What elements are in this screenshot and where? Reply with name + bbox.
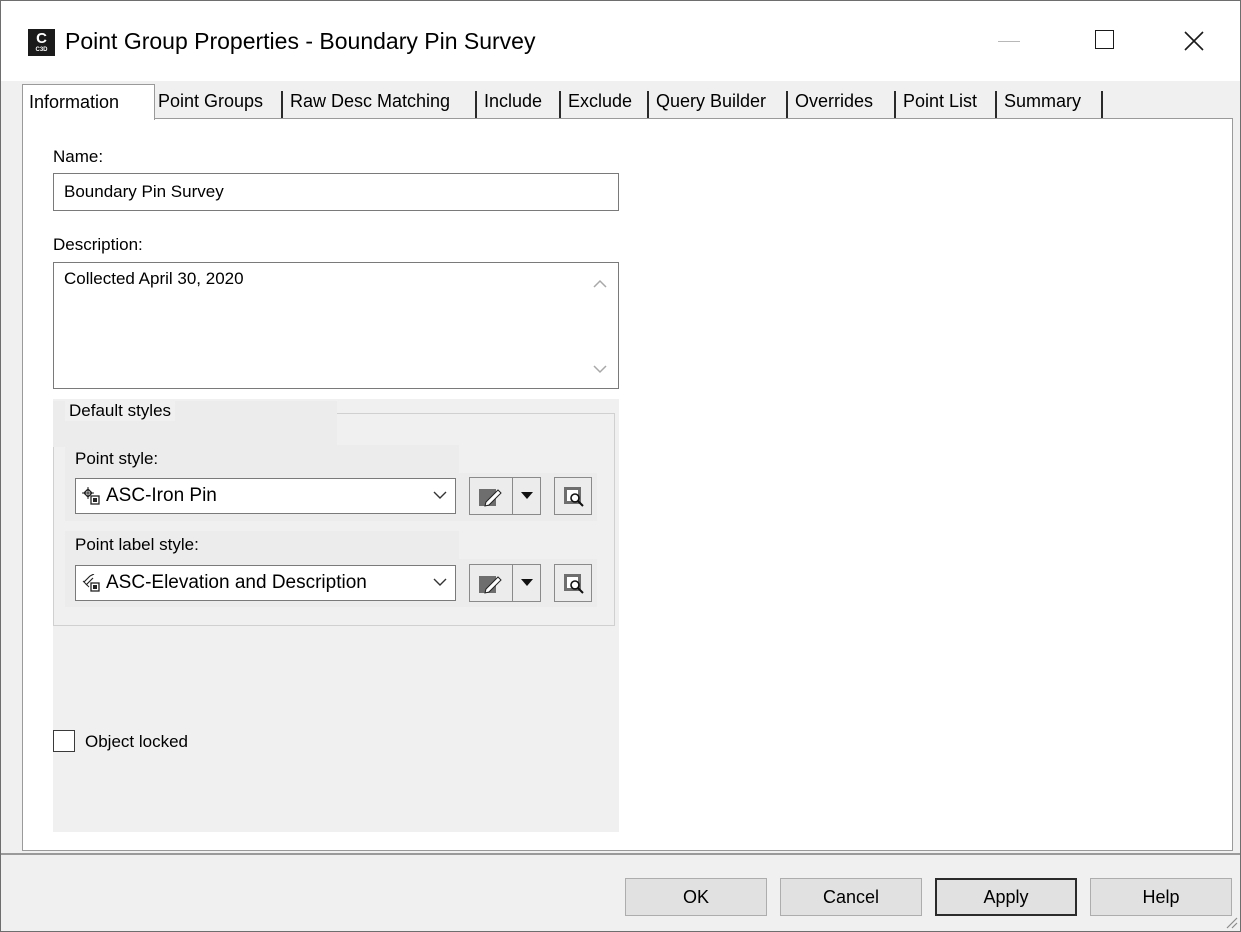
tab-include[interactable]: Include: [479, 88, 561, 118]
description-label: Description:: [53, 235, 143, 254]
tab-strip: Information Point Groups Raw Desc Matchi…: [1, 81, 1240, 120]
object-locked-checkbox[interactable]: [53, 730, 75, 752]
app-icon: C C3D: [28, 29, 55, 56]
tab-point-groups[interactable]: Point Groups: [153, 88, 283, 118]
edit-style-icon: [479, 489, 502, 507]
tab-exclude[interactable]: Exclude: [563, 88, 649, 118]
cancel-button[interactable]: Cancel: [780, 878, 922, 916]
caret-down-icon[interactable]: [520, 579, 534, 587]
point-label-style-dropdown[interactable]: ASC-Elevation and Description: [75, 565, 456, 601]
apply-button[interactable]: Apply: [935, 878, 1077, 916]
tab-summary[interactable]: Summary: [999, 88, 1103, 118]
chevron-down-icon: [433, 491, 447, 499]
name-field[interactable]: Boundary Pin Survey: [53, 173, 619, 211]
minimize-icon[interactable]: [986, 19, 1032, 63]
object-locked-label[interactable]: Object locked: [85, 732, 188, 752]
app-icon-sub: C3D: [35, 47, 48, 53]
tab-information[interactable]: Information: [22, 84, 155, 120]
footer-divider: [1, 853, 1240, 855]
help-button[interactable]: Help: [1090, 878, 1232, 916]
browse-style-icon: [564, 574, 584, 594]
browse-style-icon: [564, 487, 584, 507]
resize-grip-icon[interactable]: [1224, 915, 1238, 929]
tab-point-list[interactable]: Point List: [898, 88, 997, 118]
point-style-dropdown[interactable]: ASC-Iron Pin: [75, 478, 456, 514]
point-style-icon: [82, 487, 100, 505]
information-panel: Name: Boundary Pin Survey Description: C…: [22, 118, 1233, 851]
label-style-edit-button[interactable]: [469, 564, 541, 602]
tab-overrides[interactable]: Overrides: [790, 88, 896, 118]
label-style-browse-button[interactable]: [554, 564, 592, 602]
description-field[interactable]: Collected April 30, 2020: [53, 262, 619, 389]
edit-style-icon: [479, 576, 502, 594]
tab-query-builder[interactable]: Query Builder: [651, 88, 788, 118]
tab-raw-desc-matching[interactable]: Raw Desc Matching: [285, 88, 477, 118]
point-style-label: Point style:: [75, 449, 159, 468]
description-text: Collected April 30, 2020: [64, 269, 244, 288]
maximize-icon[interactable]: [1084, 19, 1130, 63]
close-icon[interactable]: [1171, 19, 1217, 63]
scroll-down-icon[interactable]: [592, 364, 608, 374]
dialog-window: C C3D Point Group Properties - Boundary …: [0, 0, 1241, 932]
title-bar[interactable]: C C3D Point Group Properties - Boundary …: [1, 1, 1240, 81]
point-label-style-label: Point label style:: [75, 535, 199, 554]
point-style-edit-button[interactable]: [469, 477, 541, 515]
chevron-down-icon: [433, 578, 447, 586]
point-label-style-value: ASC-Elevation and Description: [106, 572, 367, 593]
caret-down-icon[interactable]: [520, 492, 534, 500]
split-divider: [512, 565, 513, 601]
default-styles-legend: Default styles: [65, 401, 176, 421]
ok-button[interactable]: OK: [625, 878, 767, 916]
name-label: Name:: [53, 147, 104, 166]
scroll-up-icon[interactable]: [592, 279, 608, 289]
point-style-browse-button[interactable]: [554, 477, 592, 515]
split-divider: [512, 478, 513, 514]
label-style-icon: [82, 574, 100, 592]
point-style-value: ASC-Iron Pin: [106, 485, 217, 506]
app-icon-letter: C: [36, 30, 47, 47]
window-title: Point Group Properties - Boundary Pin Su…: [65, 28, 536, 54]
